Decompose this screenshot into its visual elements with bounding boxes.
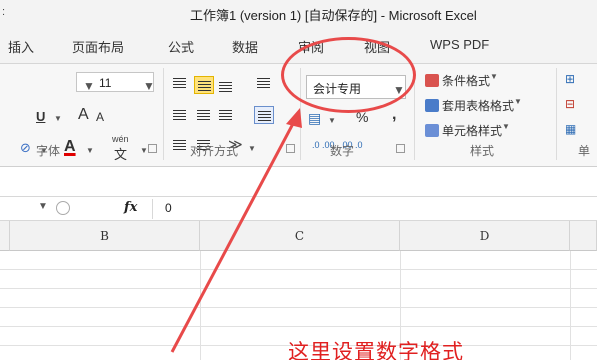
chevron-down-icon[interactable]: ▼: [248, 144, 256, 153]
merge-center-icon: [258, 111, 271, 121]
column-header-d[interactable]: D: [400, 221, 570, 251]
cells-group-label: 单: [578, 144, 591, 158]
table-format-icon: [425, 99, 439, 112]
cell-styles-label: 单元格样式: [442, 124, 503, 138]
formula-bar-divider: [152, 199, 153, 219]
window-title: 工作簿1 (version 1) [自动保存的] - Microsoft Exc…: [190, 8, 477, 23]
align-top-button[interactable]: [170, 74, 190, 92]
align-right-icon: [219, 110, 232, 120]
tab-wps-pdf[interactable]: WPS PDF: [430, 37, 489, 52]
font-color-button[interactable]: A: [64, 138, 76, 156]
fill-color-icon[interactable]: ⊘: [20, 140, 31, 156]
align-top-icon: [173, 78, 186, 88]
name-box-dropdown-icon[interactable]: ▼: [38, 201, 48, 212]
delete-cells-icon[interactable]: ⊟: [565, 97, 575, 111]
chevron-down-icon[interactable]: ▼: [54, 114, 62, 123]
wrap-text-icon: [257, 78, 270, 88]
phonetic-guide-button[interactable]: 文: [114, 144, 127, 163]
column-header-b[interactable]: B: [10, 221, 200, 251]
column-gridline: [570, 251, 571, 360]
chevron-down-icon: ▼: [490, 72, 498, 81]
chevron-down-icon: ▼: [514, 97, 522, 106]
row-gridline: [0, 307, 597, 308]
row-gridline: [0, 326, 597, 327]
group-divider: [163, 68, 164, 160]
alignment-group-label: 对齐方式: [190, 144, 239, 158]
row-gridline: [0, 269, 597, 270]
align-center-button[interactable]: [194, 106, 214, 124]
title-bar: : 工作簿1 (version 1) [自动保存的] - Microsoft E…: [0, 0, 597, 26]
align-left-button[interactable]: [170, 106, 190, 124]
column-header-e[interactable]: [570, 221, 597, 251]
title-bar-fragment: :: [2, 6, 6, 18]
conditional-format-icon: [425, 74, 439, 87]
decrease-indent-icon: [173, 140, 186, 150]
conditional-format-button[interactable]: 条件格式 ▼: [425, 72, 498, 89]
alignment-group-launcher[interactable]: [286, 144, 295, 153]
column-header-c[interactable]: C: [200, 221, 400, 251]
align-right-button[interactable]: [216, 106, 236, 124]
tab-formulas[interactable]: 公式: [168, 37, 194, 56]
format-cells-icon[interactable]: ▦: [565, 122, 576, 136]
chevron-down-icon: ▼: [143, 79, 155, 93]
chevron-down-icon[interactable]: ▼: [140, 146, 148, 155]
format-as-table-label: 套用表格格式: [442, 99, 515, 113]
tab-page-layout[interactable]: 页面布局: [72, 37, 124, 56]
row-gridline: [0, 288, 597, 289]
accounting-format-icon[interactable]: ▤: [308, 110, 321, 127]
insert-cells-icon[interactable]: ⊞: [565, 72, 575, 86]
align-middle-button[interactable]: [194, 76, 214, 94]
formula-bar: ▼ fx 0: [0, 196, 597, 221]
chevron-down-icon: ▼: [502, 122, 510, 131]
align-left-icon: [173, 110, 186, 120]
cell-styles-button[interactable]: 单元格样式 ▼: [425, 122, 510, 139]
merge-center-button[interactable]: [254, 106, 274, 124]
number-group-label: 数字: [330, 144, 355, 158]
decrease-indent-button[interactable]: [170, 136, 190, 154]
cancel-entry-icon[interactable]: [56, 201, 70, 215]
grow-font-button[interactable]: A: [78, 106, 89, 124]
font-group-launcher[interactable]: [148, 144, 157, 153]
chevron-down-icon[interactable]: ▼: [328, 116, 336, 125]
cell-styles-icon: [425, 124, 439, 137]
align-bottom-button[interactable]: [216, 78, 236, 96]
group-divider: [556, 68, 557, 160]
chevron-down-icon[interactable]: ▼: [86, 146, 94, 155]
wrap-text-button[interactable]: [254, 74, 274, 92]
font-group-label: 字体: [36, 144, 61, 158]
phonetic-pinyin[interactable]: wén: [112, 134, 129, 144]
align-center-icon: [197, 110, 210, 120]
comma-style-button[interactable]: ,: [392, 106, 396, 124]
chevron-down-icon: ▼: [83, 79, 95, 93]
column-gridline: [200, 251, 201, 360]
number-group-launcher[interactable]: [396, 144, 405, 153]
font-size-select[interactable]: ▼ 11 ▼: [76, 72, 155, 93]
tab-data[interactable]: 数据: [232, 37, 258, 56]
conditional-format-label: 条件格式: [442, 74, 491, 88]
font-size-value: 11: [99, 76, 112, 90]
styles-group-label: 样式: [470, 144, 495, 158]
format-as-table-button[interactable]: 套用表格格式 ▼: [425, 97, 522, 114]
underline-button[interactable]: U: [36, 109, 45, 124]
column-header-a[interactable]: [0, 221, 10, 251]
align-bottom-icon: [219, 82, 232, 92]
align-middle-icon: [198, 81, 211, 91]
annotation-text: 这里设置数字格式: [288, 341, 464, 360]
shrink-font-button[interactable]: A: [96, 110, 104, 124]
tab-insert[interactable]: 插入: [8, 37, 34, 56]
highlight-ellipse: [281, 37, 416, 113]
formula-input[interactable]: 0: [165, 201, 172, 215]
insert-function-button[interactable]: fx: [124, 200, 137, 215]
